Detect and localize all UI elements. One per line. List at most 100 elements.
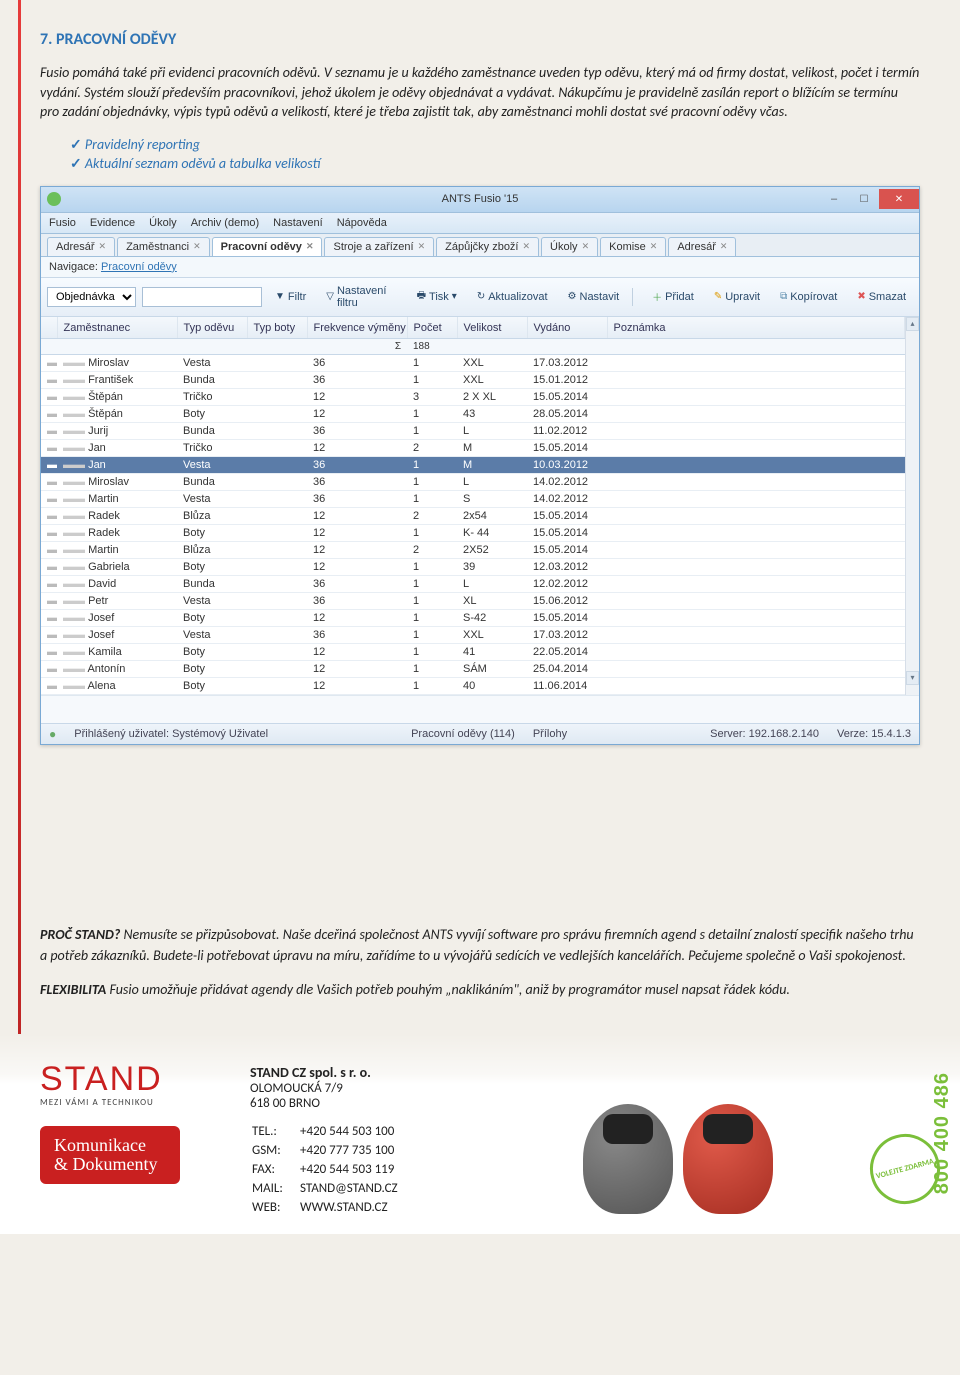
cell: 1 [407,474,457,491]
tab-close-icon[interactable]: ✕ [306,241,314,252]
cell: Bunda [177,474,247,491]
cell: 15.05.2014 [527,508,607,525]
cell: Bunda [177,372,247,389]
table-row[interactable]: ▬▬▬▬ MartinVesta361S14.02.2012 [41,491,905,508]
table-row[interactable]: ▬▬▬▬ ŠtěpánTričko1232 X XL15.05.2014 [41,389,905,406]
tab-close-icon[interactable]: ✕ [650,241,658,252]
copy-button[interactable]: ⧉Kopírovat [773,288,844,306]
cell: Vesta [177,355,247,372]
cell: Blůza [177,508,247,525]
tab--koly[interactable]: Úkoly✕ [541,237,598,256]
contact-row: MAIL:STAND@STAND.CZ [252,1180,404,1197]
cell [247,576,307,593]
print-button[interactable]: 🖶Tisk▾ [410,285,464,308]
add-button[interactable]: ＋Přidat [645,286,701,307]
search-input[interactable] [142,287,262,307]
column-header[interactable]: Zaměstnanec [57,317,177,339]
cell: 17.03.2012 [527,627,607,644]
cell-zamestnanec: ▬▬ Antonín [57,661,177,678]
refresh-button[interactable]: ↻Aktualizovat [470,288,555,306]
breadcrumb-link[interactable]: Pracovní oděvy [101,261,177,273]
tab-pracovn-od-vy[interactable]: Pracovní oděvy✕ [212,237,323,256]
cell: XXL [457,355,527,372]
tab-zam-stnanci[interactable]: Zaměstnanci✕ [117,237,210,256]
edit-button[interactable]: ✎Upravit [707,288,767,306]
table-row[interactable]: ▬▬▬▬ ŠtěpánBoty1214328.05.2014 [41,406,905,423]
column-header[interactable]: Frekvence výměny [307,317,407,339]
table-row[interactable]: ▬▬▬▬ JanVesta361M10.03.2012 [41,457,905,474]
table-row[interactable]: ▬▬▬▬ DavidBunda361L12.02.2012 [41,576,905,593]
menu-item[interactable]: Nastavení [273,217,323,229]
filter-settings-button[interactable]: ▽Nastavení filtru [319,282,403,312]
row-prefix-blur: ▬▬ [41,372,57,389]
cell: XXL [457,627,527,644]
cell: 1 [407,576,457,593]
column-header[interactable]: Typ boty [247,317,307,339]
tab-close-icon[interactable]: ✕ [193,241,201,252]
table-row[interactable]: ▬▬▬▬ JanTričko122M15.05.2014 [41,440,905,457]
table-row[interactable]: ▬▬▬▬ RadekBoty121K- 4415.05.2014 [41,525,905,542]
window-minimize-button[interactable] [819,189,849,209]
filter-button[interactable]: ▼Filtr [268,288,313,306]
sigma-value: 188 [407,339,457,355]
menu-item[interactable]: Úkoly [149,217,177,229]
tab-komise[interactable]: Komise✕ [600,237,666,256]
cell-zamestnanec: ▬▬ Štěpán [57,406,177,423]
feature-item: Pravidelný reporting [70,136,920,153]
column-header[interactable]: Poznámka [607,317,905,339]
row-prefix-blur: ▬▬ [41,474,57,491]
table-row[interactable]: ▬▬▬▬ AntonínBoty121SÁM25.04.2014 [41,661,905,678]
table-row[interactable]: ▬▬▬▬ JosefBoty121S-4215.05.2014 [41,610,905,627]
menu-item[interactable]: Evidence [90,217,135,229]
scroll-up-button[interactable]: ▴ [906,317,919,331]
column-header[interactable]: Velikost [457,317,527,339]
window-close-button[interactable] [879,189,919,209]
cell [247,542,307,559]
table-row[interactable]: ▬▬▬▬ MiroslavBunda361L14.02.2012 [41,474,905,491]
cell: 15.05.2014 [527,542,607,559]
view-dropdown[interactable]: Objednávka [47,287,136,307]
table-row[interactable]: ▬▬▬▬ JurijBunda361L11.02.2012 [41,423,905,440]
menu-item[interactable]: Archiv (demo) [191,217,259,229]
table-row[interactable]: ▬▬▬▬ GabrielaBoty1213912.03.2012 [41,559,905,576]
cell-zamestnanec: ▬▬ Alena [57,678,177,695]
tab-z-p-j-ky-zbo-[interactable]: Zápůjčky zboží✕ [436,237,539,256]
cell: Blůza [177,542,247,559]
scroll-down-button[interactable]: ▾ [906,671,919,685]
column-header[interactable]: Vydáno [527,317,607,339]
window-maximize-button[interactable] [849,189,879,209]
cell: Bunda [177,576,247,593]
row-prefix-blur: ▬▬ [41,406,57,423]
table-row[interactable]: ▬▬▬▬ MartinBlůza1222X5215.05.2014 [41,542,905,559]
tab-close-icon[interactable]: ✕ [523,241,531,252]
menu-item[interactable]: Nápověda [337,217,387,229]
cell: 22.05.2014 [527,644,607,661]
settings-button[interactable]: ⚙Nastavit [561,288,627,306]
menu-item[interactable]: Fusio [49,217,76,229]
table-row[interactable]: ▬▬▬▬ JosefVesta361XXL17.03.2012 [41,627,905,644]
tab-stroje-a-za-zen-[interactable]: Stroje a zařízení✕ [324,237,434,256]
window-title: ANTS Fusio '15 [41,193,919,205]
table-row[interactable]: ▬▬▬▬ KamilaBoty1214122.05.2014 [41,644,905,661]
tab-adres-[interactable]: Adresář✕ [47,237,115,256]
column-header[interactable]: Počet [407,317,457,339]
table-row[interactable]: ▬▬▬▬ AlenaBoty1214011.06.2014 [41,678,905,695]
table-row[interactable]: ▬▬▬▬ MiroslavVesta361XXL17.03.2012 [41,355,905,372]
cell [607,474,905,491]
delete-button[interactable]: ✖Smazat [850,288,913,306]
cell: Vesta [177,457,247,474]
table-row[interactable]: ▬▬▬▬ FrantišekBunda361XXL15.01.2012 [41,372,905,389]
tab-close-icon[interactable]: ✕ [720,241,728,252]
cell [607,576,905,593]
tab-close-icon[interactable]: ✕ [99,241,107,252]
cell [247,661,307,678]
vertical-scrollbar[interactable]: ▴ ▾ [905,317,919,696]
cell: 1 [407,491,457,508]
column-header[interactable]: Typ oděvu [177,317,247,339]
tab-close-icon[interactable]: ✕ [582,241,590,252]
tab-close-icon[interactable]: ✕ [418,241,426,252]
table-row[interactable]: ▬▬▬▬ RadekBlůza1222x5415.05.2014 [41,508,905,525]
tab-adres-[interactable]: Adresář✕ [668,237,736,256]
table-row[interactable]: ▬▬▬▬ PetrVesta361XL15.06.2012 [41,593,905,610]
cell [607,355,905,372]
